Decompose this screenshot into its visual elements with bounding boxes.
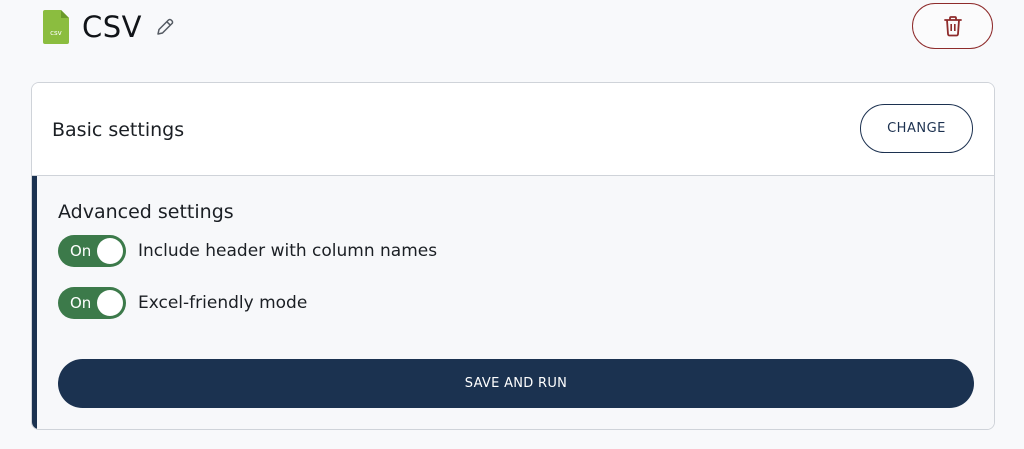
advanced-settings-panel: Advanced settings On Include header with… [32, 176, 994, 429]
toggle-knob [97, 290, 123, 316]
delete-button[interactable] [912, 3, 993, 49]
csv-file-icon-text: csv [50, 29, 62, 37]
excel-friendly-toggle[interactable]: On [58, 287, 126, 319]
excel-friendly-row: On Excel-friendly mode [58, 287, 307, 319]
trash-icon [943, 16, 962, 37]
page: csv CSV Basic settings CHANGE Advanced s… [0, 0, 1024, 449]
change-button[interactable]: CHANGE [860, 104, 973, 153]
advanced-settings-title: Advanced settings [58, 201, 234, 223]
include-header-row: On Include header with column names [58, 235, 437, 267]
toggle-state-label: On [70, 294, 92, 312]
page-title: CSV [82, 10, 142, 44]
settings-card: Basic settings CHANGE Advanced settings … [31, 82, 995, 430]
pencil-icon[interactable] [154, 16, 176, 38]
basic-settings-header: Basic settings CHANGE [32, 83, 994, 176]
toggle-knob [97, 238, 123, 264]
toggle-state-label: On [70, 242, 92, 260]
include-header-label: Include header with column names [138, 241, 438, 261]
excel-friendly-label: Excel-friendly mode [138, 293, 308, 313]
csv-file-icon: csv [43, 10, 69, 44]
save-and-run-button[interactable]: SAVE AND RUN [58, 359, 974, 408]
include-header-toggle[interactable]: On [58, 235, 126, 267]
basic-settings-title: Basic settings [52, 119, 185, 141]
